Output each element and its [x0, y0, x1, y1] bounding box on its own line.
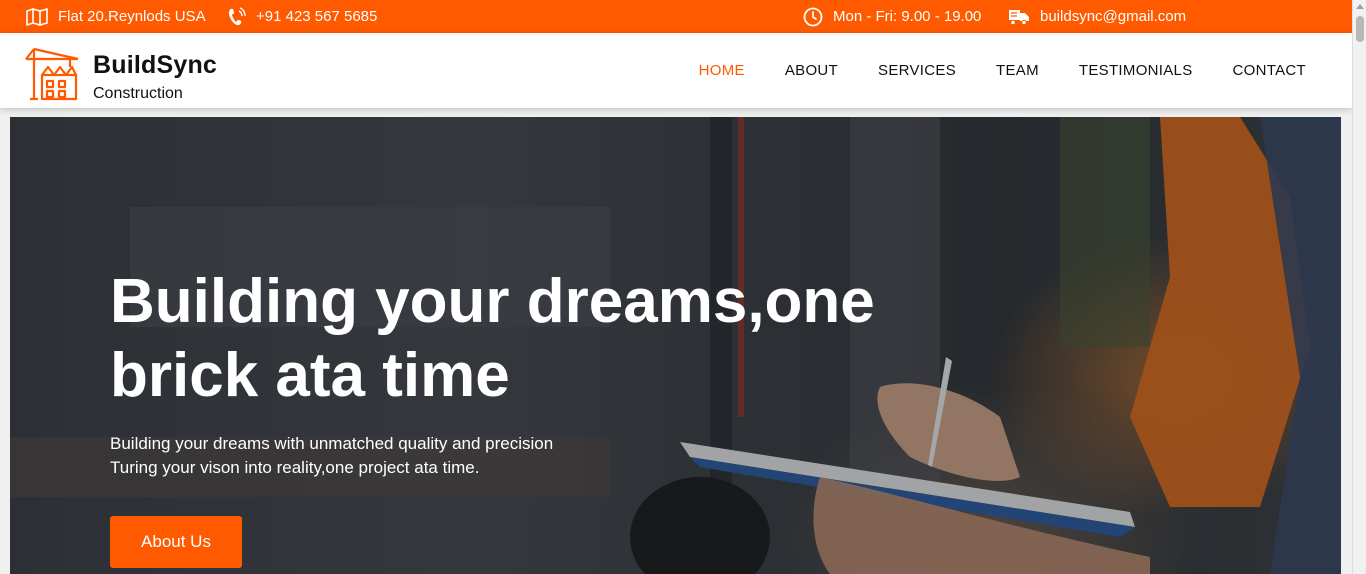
email-text: buildsync@gmail.com: [1040, 8, 1187, 25]
hero-subtitle-line-2: Turing your vison into reality,one proje…: [110, 458, 480, 477]
phone-icon: [228, 6, 246, 27]
clock-icon: [803, 7, 823, 27]
address-info: Flat 20.Reynlods USA: [26, 0, 206, 33]
nav-testimonials[interactable]: TESTIMONIALS: [1079, 62, 1193, 79]
hero-section: Building your dreams,one brick ata time …: [10, 117, 1341, 574]
phone-info[interactable]: +91 423 567 5685: [228, 0, 377, 33]
brand-subtitle: Construction: [93, 85, 183, 102]
hero-subtitle-line-1: Building your dreams with unmatched qual…: [110, 434, 554, 453]
address-text: Flat 20.Reynlods USA: [58, 8, 206, 25]
nav-contact[interactable]: CONTACT: [1233, 62, 1306, 79]
nav-about[interactable]: ABOUT: [785, 62, 838, 79]
scroll-up-arrow-icon[interactable]: [1356, 4, 1364, 9]
about-us-button[interactable]: About Us: [110, 516, 242, 568]
nav-services[interactable]: SERVICES: [878, 62, 956, 79]
map-icon: [26, 7, 48, 26]
scroll-thumb[interactable]: [1356, 16, 1364, 42]
hours-info: Mon - Fri: 9.00 - 19.00: [803, 0, 981, 33]
nav-team[interactable]: TEAM: [996, 62, 1039, 79]
hero-title: Building your dreams,one brick ata time: [110, 267, 875, 410]
email-info[interactable]: buildsync@gmail.com: [1008, 0, 1186, 33]
top-bar: Flat 20.Reynlods USA +91 423 567 5685 Mo…: [0, 0, 1352, 33]
main-nav: HOME ABOUT SERVICES TEAM TESTIMONIALS CO…: [699, 33, 1306, 108]
site-header: BuildSync Construction HOME ABOUT SERVIC…: [0, 33, 1352, 108]
brand-name[interactable]: BuildSync: [93, 51, 217, 80]
hours-text: Mon - Fri: 9.00 - 19.00: [833, 8, 982, 25]
construction-crane-icon[interactable]: [24, 47, 82, 103]
truck-mail-icon: [1008, 8, 1030, 26]
nav-home[interactable]: HOME: [699, 62, 745, 79]
phone-text: +91 423 567 5685: [256, 8, 378, 25]
page-scrollbar[interactable]: [1352, 0, 1366, 574]
